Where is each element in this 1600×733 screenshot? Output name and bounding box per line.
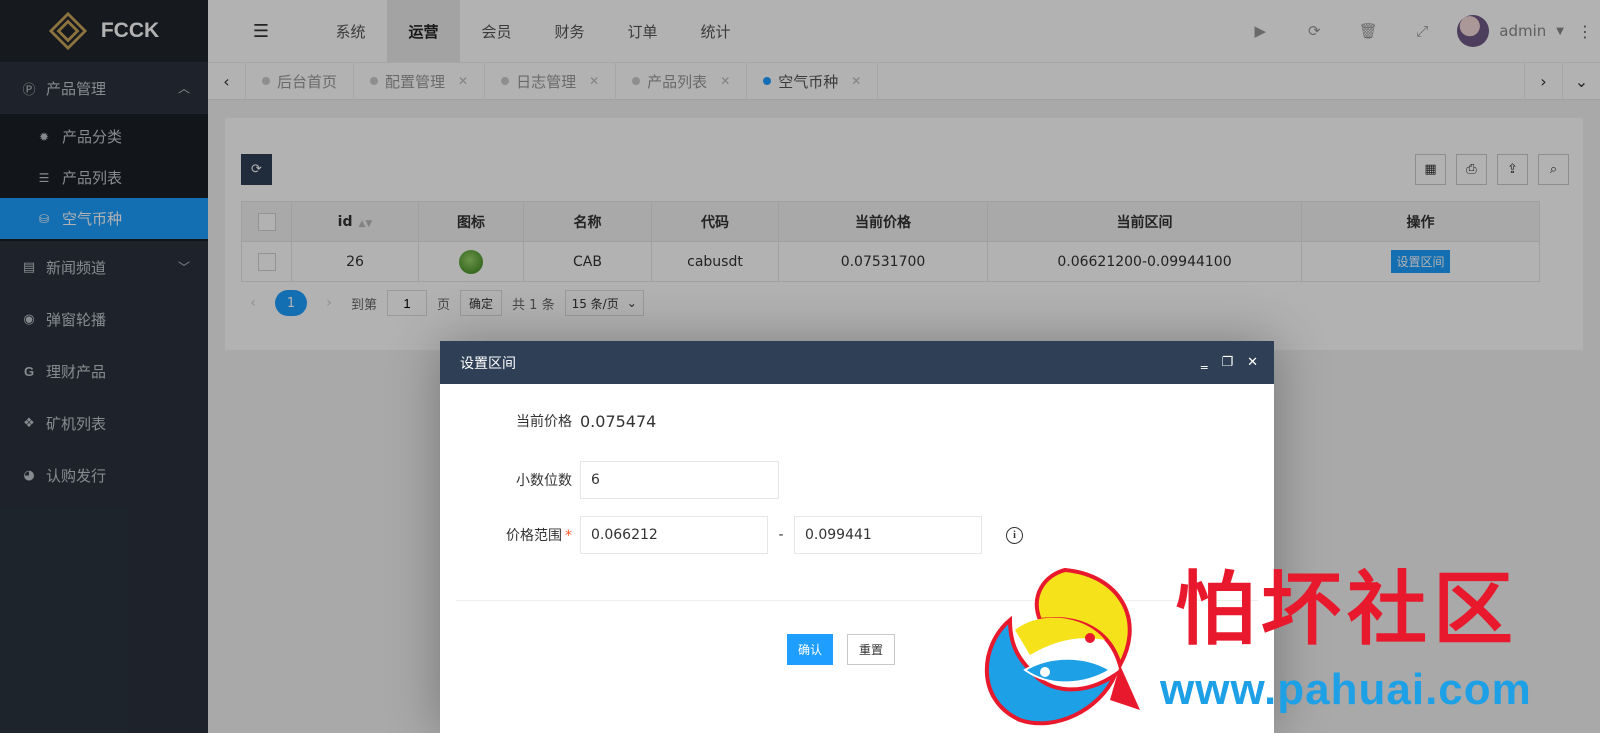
form-row-range: 价格范围 * 0.066212 - 0.099441 i: [440, 516, 1023, 554]
decimals-input[interactable]: 6: [580, 461, 779, 499]
dialog-title: 设置区间: [460, 355, 516, 372]
range-min-input[interactable]: 0.066212: [580, 516, 768, 554]
form-row-decimals: 小数位数 6: [440, 461, 779, 499]
info-icon[interactable]: i: [1006, 526, 1023, 544]
range-label: 价格范围: [506, 528, 562, 544]
range-separator: -: [778, 527, 784, 543]
decimals-label: 小数位数: [516, 473, 572, 489]
range-max-input[interactable]: 0.099441: [794, 516, 982, 554]
watermark: 怕坏社区 www.pahuai.com: [970, 560, 1590, 733]
maximize-icon[interactable]: ❐: [1221, 355, 1233, 370]
reset-button[interactable]: 重置: [847, 634, 896, 665]
required-marker: *: [565, 528, 572, 544]
form-row-price: 当前价格 0.075474: [440, 402, 656, 440]
dialog-header: 设置区间 ‗ ❐ ✕: [440, 341, 1274, 384]
dialog-controls: ‗ ❐ ✕: [1201, 341, 1258, 384]
price-label: 当前价格: [516, 414, 572, 430]
range-label-wrap: 价格范围 *: [440, 525, 580, 545]
watermark-title: 怕坏社区: [1175, 563, 1519, 656]
confirm-button[interactable]: 确认: [787, 634, 834, 665]
minimize-icon[interactable]: ‗: [1201, 355, 1208, 370]
watermark-url: www.pahuai.com: [1160, 665, 1532, 714]
price-value: 0.075474: [580, 411, 657, 431]
fish-logo-icon: [984, 567, 1140, 726]
close-icon[interactable]: ✕: [1247, 355, 1258, 370]
